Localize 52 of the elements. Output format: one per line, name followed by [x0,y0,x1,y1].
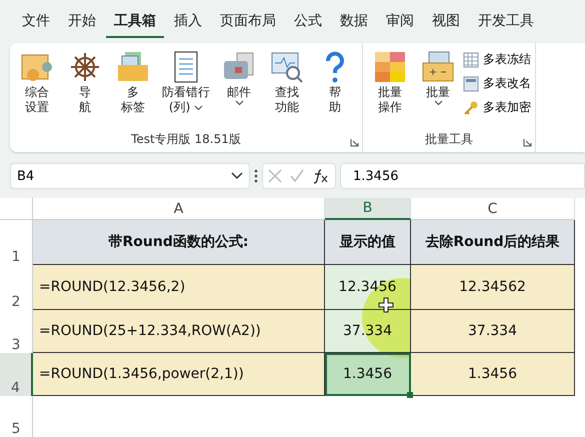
ribbon-button[interactable]: 批量 [415,49,461,131]
table-cell: 1.3456 [411,353,575,396]
function-icon[interactable] [312,168,330,184]
dialog-launcher-icon[interactable] [523,138,532,147]
menu-tab[interactable]: 视图 [424,12,468,38]
ribbon-button[interactable]: 综合 设置 [14,49,60,131]
ribbon-button[interactable]: 查找 功能 [264,49,310,131]
name-box[interactable]: B4 [10,163,250,190]
more-icon[interactable] [254,169,258,184]
check-icon[interactable] [290,169,304,184]
group-label: Test专用版 18.51版 [130,130,242,148]
table-cell: 1.3456 [325,353,411,396]
menu-tab[interactable]: 开始 [60,12,104,38]
grid-icon [463,52,479,68]
move-cursor-icon [378,297,394,313]
ribbon-small-button[interactable]: 多表加密 [463,99,531,116]
table-cell: =ROUND(25+12.334,ROW(A2)) [33,310,325,353]
ribbon-button[interactable]: 导 航 [62,49,108,131]
row-header[interactable]: 4 [0,353,33,396]
table-cell: =ROUND(12.3456,2) [33,265,325,310]
formula-field[interactable]: 1.3456 [340,163,585,190]
ribbon-small-button[interactable]: 多表冻结 [463,51,531,68]
chevron-down-icon [231,172,243,180]
menu-tab[interactable]: 页面布局 [212,12,284,38]
menu-tab[interactable]: 文件 [14,12,58,38]
header-cell: 去除Round后的结果 [411,220,575,265]
menu-tab[interactable]: 数据 [332,12,376,38]
header-cell: 带Round函数的公式: [33,220,325,265]
table-cell: =ROUND(1.3456,power(2,1)) [33,353,325,396]
ribbon-button[interactable]: 多 标签 [110,49,156,131]
table-cell: 12.3456 [325,265,411,310]
column-header[interactable]: C [411,198,575,220]
menu-tab[interactable]: 插入 [166,12,210,38]
sheet-icon [463,76,479,92]
ribbon-button[interactable]: 帮 助 [312,49,358,131]
column-header[interactable]: B [325,198,411,220]
menu-tab[interactable]: 工具箱 [106,12,164,38]
header-cell: 显示的值 [325,220,411,265]
ribbon-button[interactable]: 防看错行 (列) [158,49,214,131]
table-cell: 37.334 [411,310,575,353]
ribbon-button[interactable]: 邮件 [216,49,262,131]
dialog-launcher-icon[interactable] [350,138,359,147]
ribbon-small-button[interactable]: 多表改名 [463,75,531,92]
group-label: 批量工具 [424,130,474,148]
fill-handle[interactable] [407,392,413,398]
column-header[interactable]: A [33,198,325,220]
table-cell: 12.34562 [411,265,575,310]
menu-tab[interactable]: 开发工具 [470,12,542,38]
key-icon [463,100,479,116]
ribbon-button[interactable]: 批量 操作 [367,49,413,131]
menu-tab[interactable]: 公式 [286,12,330,38]
menu-tab[interactable]: 审阅 [378,12,422,38]
